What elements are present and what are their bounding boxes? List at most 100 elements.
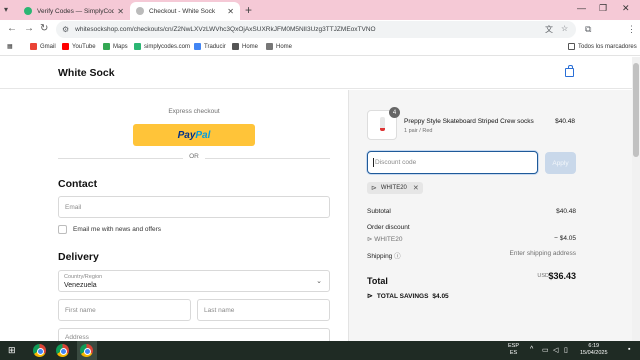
forward-icon[interactable]: → bbox=[24, 23, 34, 34]
help-icon[interactable]: ⓘ bbox=[394, 253, 401, 260]
tab-simplycodes[interactable]: Verify Codes — SimplyCodes ✕ bbox=[18, 2, 130, 20]
minimize-icon[interactable]: — bbox=[577, 3, 586, 13]
shipping-value: Enter shipping address bbox=[509, 250, 577, 257]
bookmark-gmail[interactable]: Gmail bbox=[30, 43, 56, 50]
language-indicator[interactable]: ESP ES bbox=[508, 343, 519, 357]
chrome-taskbar-icon-2[interactable] bbox=[56, 344, 69, 357]
paypal-button[interactable]: Pay Pal bbox=[133, 124, 255, 146]
bookmark-home-1[interactable]: Home bbox=[232, 43, 258, 50]
apply-button[interactable]: Apply bbox=[545, 152, 576, 174]
new-tab-button[interactable]: + bbox=[245, 3, 252, 17]
scrollbar-thumb[interactable] bbox=[633, 63, 639, 157]
or-divider: OR bbox=[58, 153, 330, 163]
close-tab-icon[interactable]: ✕ bbox=[117, 7, 124, 16]
bookmark-traducir[interactable]: Traducir bbox=[194, 43, 226, 50]
applied-code: WHITE20 bbox=[380, 185, 407, 191]
reload-icon[interactable]: ↻ bbox=[40, 23, 48, 34]
applied-discount-chip: ⊳ WHITE20 ✕ bbox=[367, 182, 423, 194]
browser-toolbar: ← → ↻ ⚙ whitesockshop.com/checkouts/cn/Z… bbox=[0, 20, 640, 55]
currency-label: USD bbox=[537, 273, 549, 279]
tag-icon: ⊳ bbox=[371, 185, 377, 192]
order-discount-row: Order discount bbox=[367, 224, 576, 231]
url-text: whitesockshop.com/checkouts/cn/Z2NwLXVzL… bbox=[75, 26, 376, 33]
apps-icon[interactable]: ▦ bbox=[7, 43, 13, 50]
all-bookmarks[interactable]: Todos los marcadores bbox=[568, 43, 637, 50]
bookmark-maps[interactable]: Maps bbox=[103, 43, 128, 50]
page-scrollbar[interactable] bbox=[632, 57, 640, 341]
tab-title: Verify Codes — SimplyCodes bbox=[37, 7, 115, 15]
total-value: $36.43 bbox=[548, 271, 576, 281]
tray-chevron-icon[interactable]: ^ bbox=[530, 346, 533, 353]
notifications-icon[interactable]: ▪ bbox=[628, 346, 630, 353]
shipping-row: Shipping ⓘ Enter shipping address bbox=[367, 250, 576, 260]
discount-code-label: WHITE20 bbox=[374, 236, 403, 243]
maps-icon bbox=[103, 43, 110, 50]
shipping-label: Shipping bbox=[367, 253, 393, 260]
close-window-icon[interactable]: ✕ bbox=[622, 3, 630, 14]
store-name[interactable]: White Sock bbox=[58, 67, 115, 79]
tab-strip: ▾ Verify Codes — SimplyCodes ✕ Checkout … bbox=[0, 0, 640, 20]
savings-value: $4.05 bbox=[432, 292, 449, 300]
checkout-page: White Sock Express checkout Pay Pal OR Co… bbox=[0, 57, 640, 341]
tab-checkout[interactable]: Checkout - White Sock ✕ bbox=[130, 2, 240, 20]
address-field[interactable]: Address bbox=[58, 328, 330, 341]
volume-icon[interactable]: ◁ bbox=[553, 346, 558, 354]
checkout-form: Express checkout Pay Pal OR Contact Email… bbox=[0, 90, 348, 341]
battery-icon[interactable]: ▯ bbox=[564, 346, 568, 354]
remove-discount-icon[interactable]: ✕ bbox=[413, 184, 419, 192]
clock[interactable]: 6:19 15/04/2025 bbox=[580, 343, 608, 357]
chevron-down-icon: ⌄ bbox=[316, 278, 322, 285]
windows-start-icon[interactable]: ⊞ bbox=[8, 345, 16, 356]
address-bar[interactable]: ⚙ whitesockshop.com/checkouts/cn/Z2NwLXV… bbox=[56, 21, 576, 38]
translate-icon[interactable]: 文 bbox=[545, 24, 553, 35]
email-news-label: Email me with news and offers bbox=[73, 226, 162, 233]
bookmark-youtube[interactable]: YouTube bbox=[62, 43, 96, 50]
product-variant: 1 pair / Red bbox=[404, 128, 433, 134]
network-icon[interactable]: ▭ bbox=[542, 346, 549, 354]
country-label: Country/Region bbox=[64, 274, 103, 280]
bookmark-home-2[interactable]: Home bbox=[266, 43, 292, 50]
delivery-title: Delivery bbox=[58, 251, 99, 263]
express-checkout-label: Express checkout bbox=[168, 108, 220, 115]
chrome-taskbar-icon-3[interactable] bbox=[80, 344, 93, 357]
subtotal-value: $40.48 bbox=[556, 208, 576, 215]
menu-icon[interactable]: ⋮ bbox=[627, 24, 636, 35]
tab-title: Checkout - White Sock bbox=[149, 7, 216, 15]
extensions-icon[interactable]: ⧉ bbox=[585, 24, 591, 35]
discount-code-row: ⊳ WHITE20 − $4.05 bbox=[367, 235, 576, 243]
bookmarks-bar: ▦ Gmail YouTube Maps simplycodes.com Tra… bbox=[0, 39, 640, 56]
subtotal-label: Subtotal bbox=[367, 208, 391, 215]
subtotal-row: Subtotal $40.48 bbox=[367, 208, 576, 215]
country-select[interactable]: Country/Region Venezuela ⌄ bbox=[58, 270, 330, 292]
home-icon bbox=[232, 43, 239, 50]
email-news-checkbox[interactable] bbox=[58, 225, 67, 234]
discount-code-input[interactable]: Discount code bbox=[367, 151, 538, 174]
bookmark-simplycodes[interactable]: simplycodes.com bbox=[134, 43, 190, 50]
last-name-field[interactable]: Last name bbox=[197, 299, 330, 321]
shopping-bag-icon[interactable] bbox=[565, 65, 574, 77]
email-news-option[interactable]: Email me with news and offers bbox=[58, 225, 161, 234]
close-tab-icon[interactable]: ✕ bbox=[227, 7, 234, 16]
first-name-field[interactable]: First name bbox=[58, 299, 191, 321]
simplycodes-favicon-icon bbox=[24, 7, 32, 15]
maximize-icon[interactable]: ❐ bbox=[599, 3, 607, 14]
order-discount-label: Order discount bbox=[367, 224, 410, 231]
quantity-badge: 4 bbox=[389, 107, 400, 118]
total-row: Total USD $36.43 bbox=[367, 271, 576, 289]
total-savings: ⊳ TOTAL SAVINGS $4.05 bbox=[367, 292, 449, 301]
product-price: $40.48 bbox=[555, 118, 575, 125]
email-field[interactable]: Email bbox=[58, 196, 330, 218]
savings-tag-icon: ⊳ bbox=[367, 293, 373, 300]
simplycodes-icon bbox=[134, 43, 141, 50]
discount-placeholder: Discount code bbox=[375, 159, 417, 166]
back-icon[interactable]: ← bbox=[7, 23, 17, 34]
product-name: Preppy Style Skateboard Striped Crew soc… bbox=[404, 118, 534, 125]
sock-image bbox=[380, 117, 385, 131]
tab-search-icon[interactable]: ▾ bbox=[4, 5, 8, 14]
chrome-taskbar-icon[interactable] bbox=[33, 344, 46, 357]
site-info-icon[interactable]: ⚙ bbox=[62, 25, 69, 34]
home-icon bbox=[266, 43, 273, 50]
taskbar: ⊞ ^ ESP ES ▭ ◁ ▯ 6:19 15/04/2025 ▪ bbox=[0, 341, 640, 360]
bookmark-star-icon[interactable]: ☆ bbox=[561, 24, 568, 33]
country-value: Venezuela bbox=[64, 282, 97, 289]
